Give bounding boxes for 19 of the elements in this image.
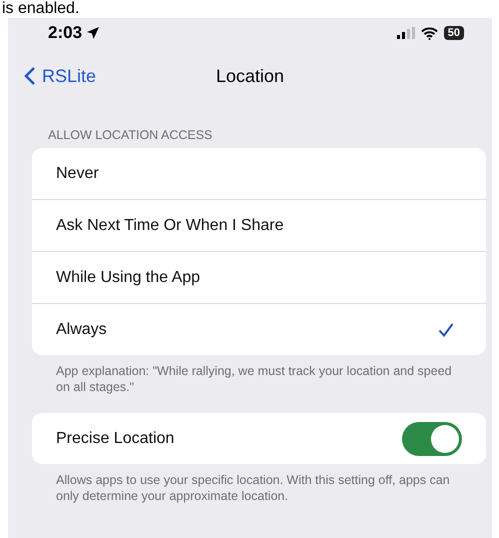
status-time: 2:03 [48, 23, 82, 43]
location-option[interactable]: Never [32, 148, 486, 200]
location-option[interactable]: Ask Next Time Or When I Share [32, 200, 486, 252]
location-option[interactable]: While Using the App [32, 252, 486, 304]
footer-note: Allows apps to use your specific location. With this setting off, apps can only determine your approximate location. [56, 472, 451, 504]
back-button[interactable]: RSLite [8, 66, 96, 86]
location-option[interactable]: Always [32, 304, 486, 355]
document-text: is enabled. [1, 0, 80, 18]
footer-note: App explanation: "While rallying, we must track your location and speed on all stages." [56, 363, 452, 395]
precise-location-label: Precise Location [56, 430, 174, 448]
toggle-switch[interactable] [402, 422, 462, 456]
location-arrow-icon [86, 26, 100, 40]
wifi-icon [420, 26, 438, 40]
battery-indicator: 50 [444, 26, 464, 40]
page-title: Location [216, 66, 284, 86]
signal-icon [396, 27, 415, 39]
section-header: ALLOW LOCATION ACCESS [48, 128, 214, 142]
checkmark-icon [438, 322, 454, 336]
chevron-left-icon [24, 66, 36, 86]
